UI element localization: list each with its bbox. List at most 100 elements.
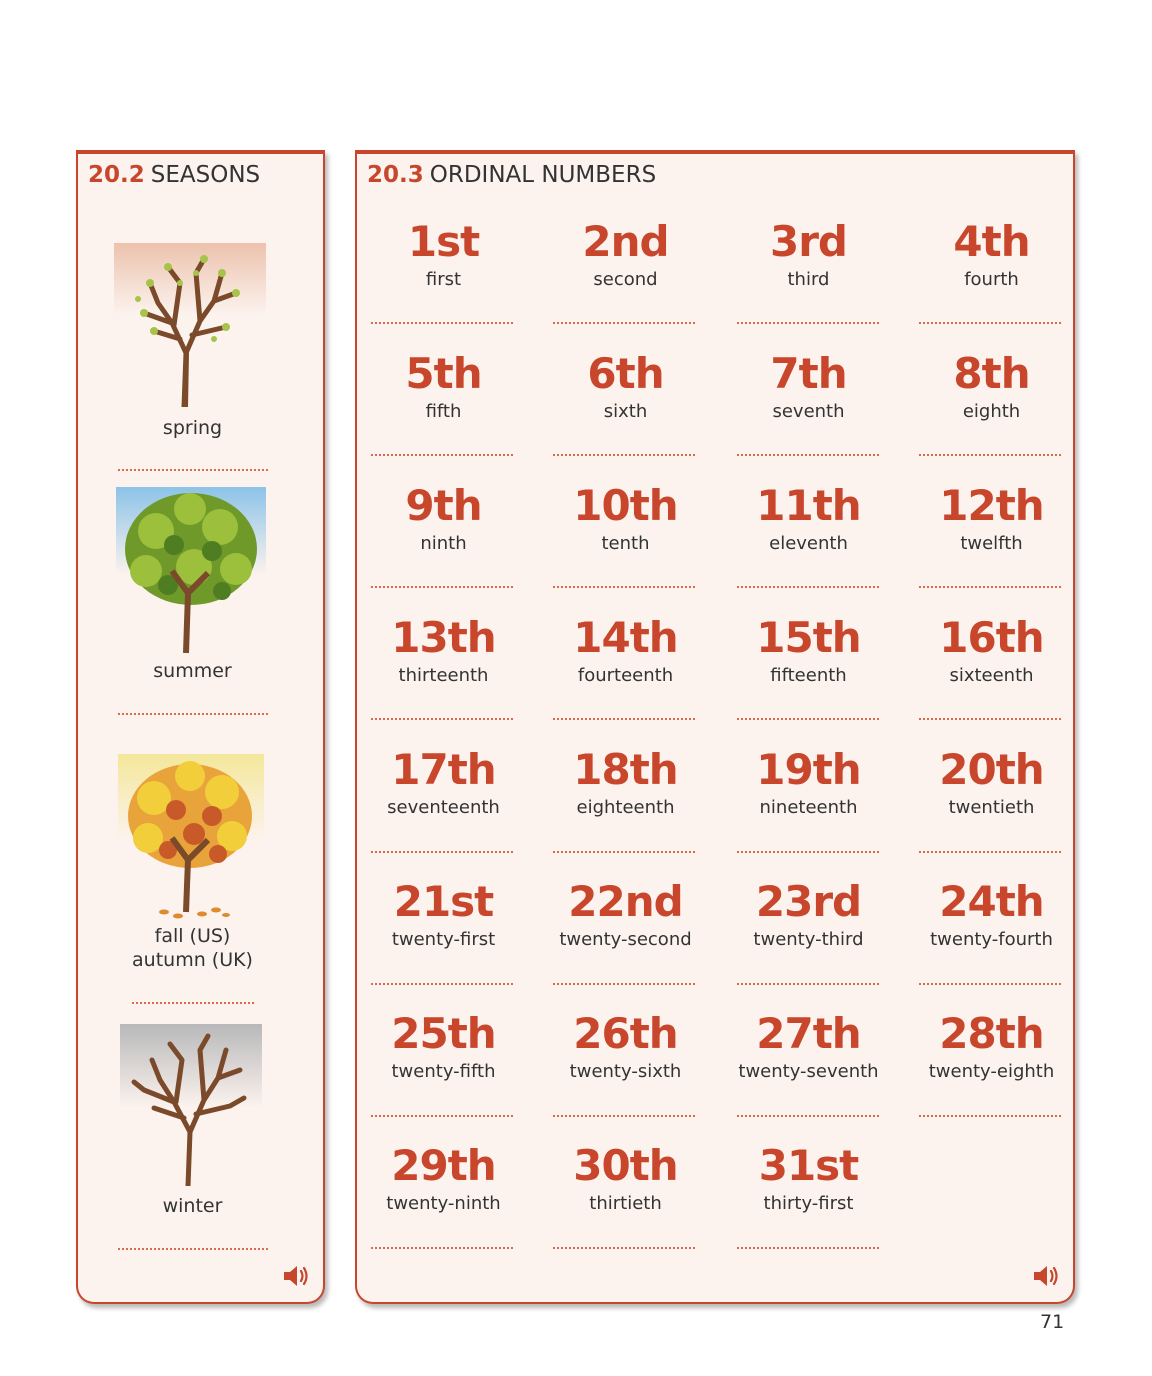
ordinal-cell: 13th thirteenth <box>356 614 531 688</box>
ordinal-word: nineteenth <box>759 797 858 818</box>
divider <box>737 454 879 456</box>
ordinal-word: eleventh <box>769 533 848 554</box>
ordinal-word: fourteenth <box>577 665 674 686</box>
divider <box>371 454 513 456</box>
page-number: 71 <box>1040 1311 1065 1333</box>
divider <box>118 1248 268 1250</box>
divider <box>737 1115 879 1117</box>
ordinal-numeral: 8th <box>953 349 1030 398</box>
divider <box>553 718 695 720</box>
section-number: 20.3 <box>367 162 424 188</box>
ordinal-numbers-panel: 20.3 ORDINAL NUMBERS 1st first 2nd second 3… <box>355 150 1075 1304</box>
ordinals-heading: 20.3 ORDINAL NUMBERS <box>367 162 656 188</box>
ordinal-word: twenty-first <box>391 929 496 950</box>
ordinal-cell: 16th sixteenth <box>904 614 1079 688</box>
ordinal-numeral: 4th <box>953 217 1030 266</box>
ordinal-word: thirty-first <box>763 1193 854 1214</box>
season-label-summer: summer <box>153 660 232 682</box>
ordinal-cell: 6th sixth <box>538 350 713 424</box>
ordinal-cell: 27th twenty-seventh <box>721 1010 896 1084</box>
ordinal-word: ninth <box>420 533 467 554</box>
ordinal-word: twenty-eighth <box>928 1061 1055 1082</box>
divider <box>919 718 1061 720</box>
ordinal-word: sixth <box>603 401 648 422</box>
ordinal-cell: 12th twelfth <box>904 482 1079 556</box>
ordinal-word: thirteenth <box>398 665 489 686</box>
ordinal-numeral: 24th <box>939 877 1044 926</box>
divider <box>919 983 1061 985</box>
ordinal-cell: 24th twenty-fourth <box>904 878 1079 952</box>
divider <box>553 1247 695 1249</box>
ordinal-numeral: 29th <box>391 1141 496 1190</box>
ordinal-cell: 5th fifth <box>356 350 531 424</box>
ordinal-numeral: 27th <box>756 1009 861 1058</box>
divider <box>118 713 268 715</box>
divider <box>737 1247 879 1249</box>
ordinal-word: twenty-fourth <box>930 929 1053 950</box>
ordinal-numeral: 19th <box>756 745 861 794</box>
ordinal-cell: 29th twenty-ninth <box>356 1142 531 1216</box>
ordinal-numeral: 2nd <box>582 217 669 266</box>
divider <box>737 322 879 324</box>
divider <box>371 851 513 853</box>
ordinal-word: twentieth <box>948 797 1035 818</box>
divider <box>919 454 1061 456</box>
ordinal-numeral: 20th <box>939 745 1044 794</box>
speaker-icon[interactable] <box>1032 1263 1062 1289</box>
divider <box>553 586 695 588</box>
ordinal-numeral: 28th <box>939 1009 1044 1058</box>
ordinal-word: twenty-seventh <box>738 1061 879 1082</box>
ordinal-cell: 9th ninth <box>356 482 531 556</box>
ordinal-word: twenty-third <box>753 929 864 950</box>
ordinal-numeral: 3rd <box>769 217 848 266</box>
divider <box>371 718 513 720</box>
ordinal-cell: 21st twenty-first <box>356 878 531 952</box>
ordinal-word: second <box>593 269 658 290</box>
ordinal-word: seventh <box>772 401 845 422</box>
ordinal-cell: 18th eighteenth <box>538 746 713 820</box>
ordinal-cell: 4th fourth <box>904 218 1079 292</box>
ordinal-numeral: 31st <box>758 1141 860 1190</box>
ordinal-word: first <box>425 269 462 290</box>
ordinal-word: fifth <box>425 401 462 422</box>
ordinal-cell: 28th twenty-eighth <box>904 1010 1079 1084</box>
divider <box>371 983 513 985</box>
ordinal-numeral: 25th <box>391 1009 496 1058</box>
ordinal-cell: 31st thirty-first <box>721 1142 896 1216</box>
ordinal-numeral: 22nd <box>568 877 683 926</box>
ordinal-word: fifteenth <box>770 665 847 686</box>
divider <box>132 1002 254 1004</box>
season-label-winter: winter <box>162 1195 223 1217</box>
section-title: SEASONS <box>150 162 261 188</box>
divider <box>553 983 695 985</box>
divider <box>553 454 695 456</box>
speaker-icon[interactable] <box>282 1263 312 1289</box>
ordinal-word: sixteenth <box>949 665 1034 686</box>
ordinal-word: twenty-ninth <box>386 1193 501 1214</box>
seasons-heading: 20.2 SEASONS <box>88 162 260 188</box>
season-label-spring: spring <box>162 417 223 439</box>
ordinal-numeral: 5th <box>405 349 482 398</box>
divider <box>919 322 1061 324</box>
ordinal-numeral: 16th <box>939 613 1044 662</box>
ordinal-numeral: 23rd <box>755 877 862 926</box>
ordinal-numeral: 14th <box>573 613 678 662</box>
ordinal-word: third <box>787 269 830 290</box>
ordinal-numeral: 6th <box>587 349 664 398</box>
ordinal-cell: 17th seventeenth <box>356 746 531 820</box>
ordinal-cell: 23rd twenty-third <box>721 878 896 952</box>
divider <box>553 1115 695 1117</box>
ordinal-cell: 20th twentieth <box>904 746 1079 820</box>
ordinal-cell: 10th tenth <box>538 482 713 556</box>
section-title: ORDINAL NUMBERS <box>429 162 657 188</box>
divider <box>371 1247 513 1249</box>
divider <box>371 586 513 588</box>
divider <box>737 586 879 588</box>
section-number: 20.2 <box>88 162 145 188</box>
divider <box>919 1115 1061 1117</box>
summer-tree-image <box>116 487 266 654</box>
ordinal-cell: 30th thirtieth <box>538 1142 713 1216</box>
ordinal-numeral: 12th <box>939 481 1044 530</box>
divider <box>118 469 268 471</box>
ordinal-numeral: 26th <box>573 1009 678 1058</box>
